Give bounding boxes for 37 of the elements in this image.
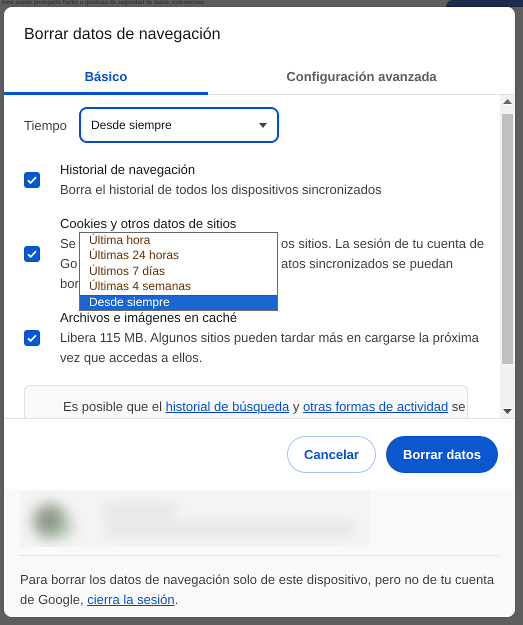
checkbox[interactable] (24, 330, 40, 346)
scroll-up-icon[interactable] (503, 99, 512, 104)
option-description: Libera 115 MB. Algunos sitios pueden tardar más en cargarse la próxima vez que accedas a ellos. (60, 329, 480, 367)
description-fragment: atos sincronizados se puedan (281, 255, 454, 273)
field-label: Tiempo (24, 118, 68, 132)
option-title: Cookies y otros datos de sitios (60, 215, 238, 233)
info-text: Es posible que el historial de búsqueda y otras formas de actividad se (63, 398, 467, 416)
dropdown-option[interactable]: Última hora (80, 233, 277, 248)
dropdown-option[interactable]: Últimos 7 días (80, 264, 277, 280)
dropdown-option[interactable]: Últimas 4 semanas (80, 279, 277, 295)
time-range-select[interactable]: Desde siempre (79, 107, 279, 143)
footer-note: Para borrar los datos de navegación solo de este dispositivo, pero no de tu cuenta de Google, cierra la sesión. (20, 571, 496, 609)
check-icon (26, 248, 38, 260)
link[interactable]: cierra la sesión (87, 592, 175, 607)
tab[interactable]: Configuración avanzada (208, 65, 515, 95)
option-description: Borra el historial de todos los dispositivos sincronizados (60, 181, 383, 199)
option-title: Historial de navegación (60, 161, 196, 179)
link[interactable]: otras formas de actividad (302, 399, 448, 414)
check-icon (26, 174, 38, 186)
scroll-down-icon[interactable] (503, 409, 512, 414)
description-fragment: bor (60, 276, 79, 291)
tab[interactable]: Básico (4, 65, 208, 95)
scrollbar[interactable] (500, 95, 515, 418)
dialog-title: Borrar datos de navegación (23, 25, 222, 45)
caret-icon (259, 122, 267, 128)
description-fragment: os sitios. La sesión de tu cuenta de (281, 235, 484, 253)
checkbox[interactable] (24, 246, 40, 262)
check-icon (26, 332, 38, 344)
checkbox[interactable] (24, 172, 40, 188)
option-title: Archivos e imágenes en caché (60, 309, 238, 327)
cancel-button[interactable]: Cancelar (287, 436, 376, 473)
delete-data-button[interactable]: Borrar datos (386, 436, 498, 473)
dropdown-option[interactable]: Desde siempre (80, 294, 277, 310)
dropdown-option[interactable]: Últimas 24 horas (80, 248, 277, 264)
link[interactable]: historial de búsqueda (166, 399, 290, 414)
description-fragment: Se (60, 236, 76, 251)
description-fragment: Go (60, 256, 78, 271)
